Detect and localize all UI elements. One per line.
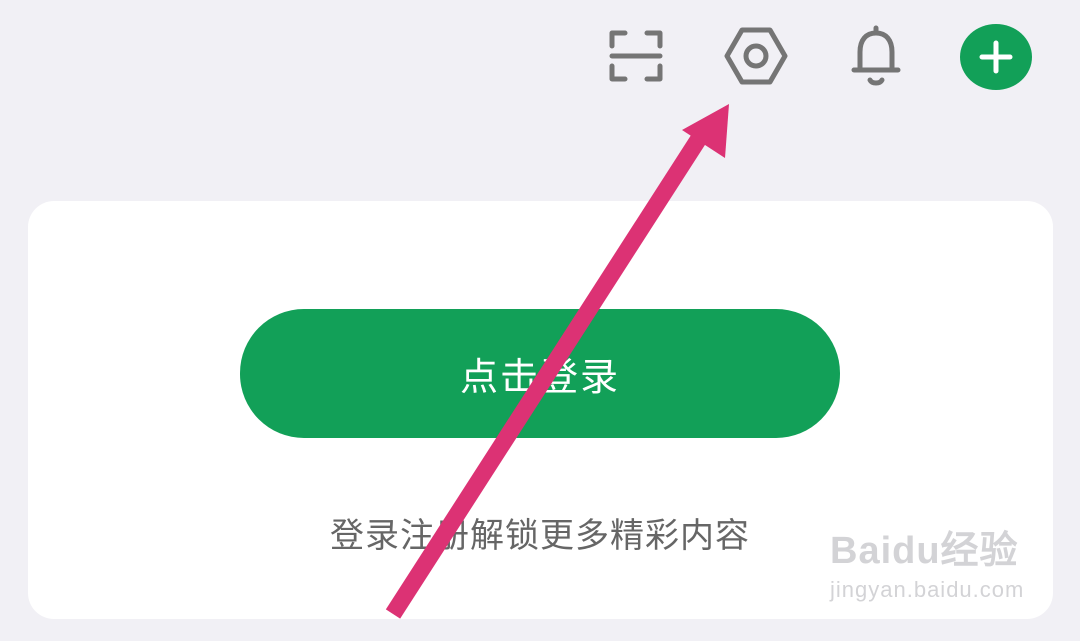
notifications-bell-icon (851, 25, 901, 86)
login-button[interactable]: 点击登录 (240, 309, 840, 438)
add-button[interactable] (960, 24, 1032, 90)
scan-button[interactable] (604, 24, 668, 88)
add-plus-icon (979, 40, 1013, 74)
login-hint-text: 登录注册解锁更多精彩内容 (330, 516, 750, 556)
scan-icon (609, 30, 663, 82)
settings-icon (724, 27, 788, 85)
notifications-button[interactable] (844, 24, 908, 88)
settings-button[interactable] (724, 24, 788, 88)
